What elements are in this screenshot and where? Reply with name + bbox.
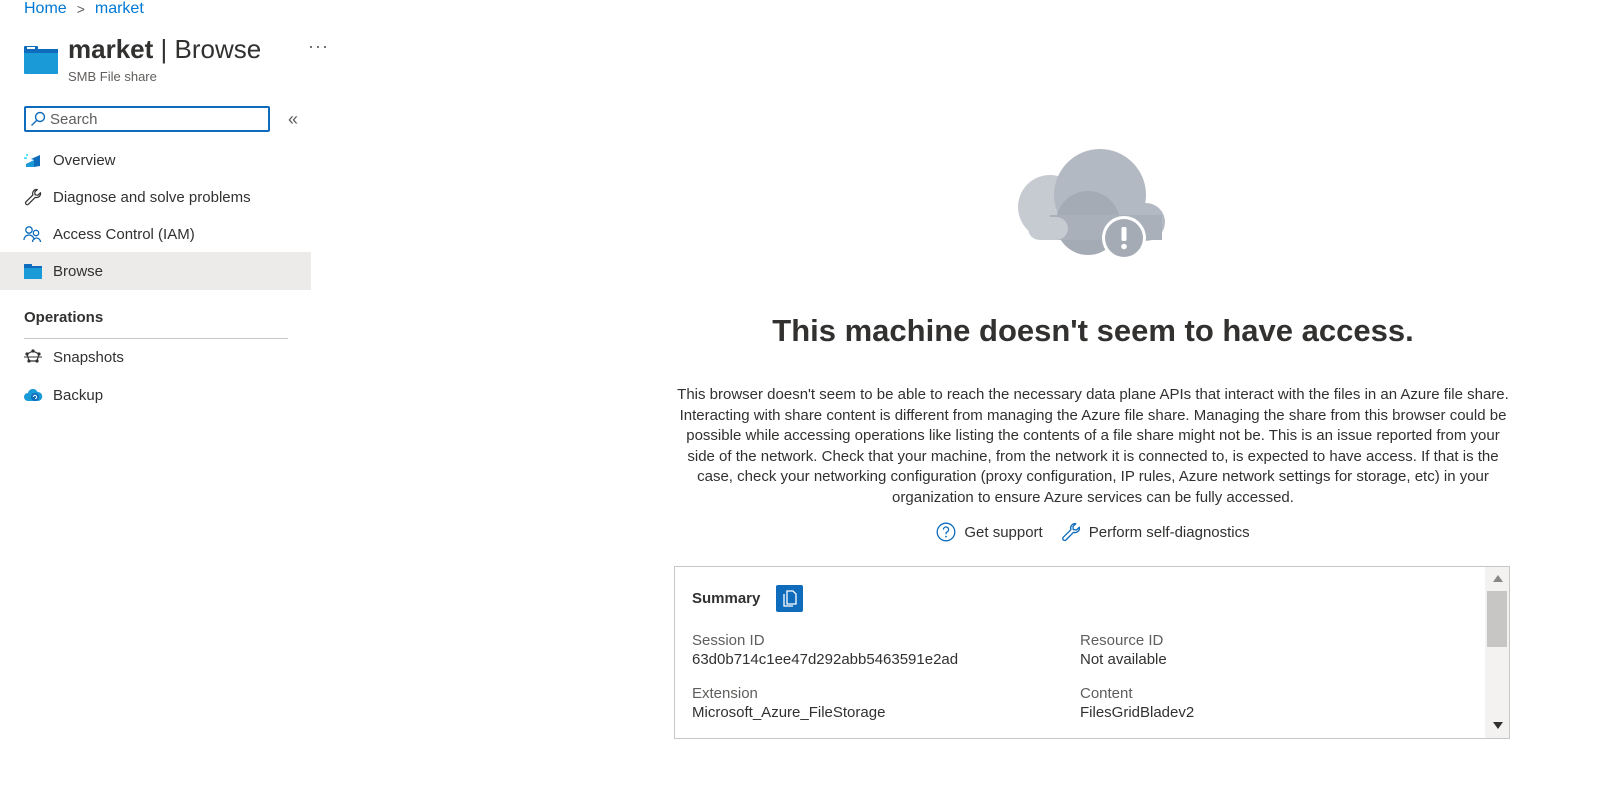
scroll-down-arrow[interactable]	[1493, 722, 1503, 729]
folder-icon	[23, 261, 43, 281]
page-name: Browse	[174, 34, 262, 64]
sidebar-item-label: Browse	[53, 262, 104, 280]
resource-type: SMB File share	[68, 69, 157, 84]
snapshots-icon	[23, 347, 43, 367]
get-support-link[interactable]: Get support	[936, 522, 1043, 542]
sidebar-item-browse[interactable]: Browse	[0, 252, 311, 290]
error-description: This browser doesn't seem to be able to …	[677, 386, 1509, 506]
scroll-up-arrow[interactable]	[1493, 575, 1503, 582]
resource-id-label: Resource ID	[1080, 632, 1164, 649]
help-circle-icon	[936, 522, 956, 542]
summary-title: Summary	[692, 590, 761, 607]
sidebar-item-overview[interactable]: Overview	[0, 141, 311, 179]
breadcrumb-separator: >	[76, 1, 85, 17]
page-header: market | Browse SMB File share ···	[24, 34, 328, 84]
wrench-icon	[1061, 523, 1080, 542]
extension-value: Microsoft_Azure_FileStorage	[692, 704, 886, 721]
error-heading: This machine doesn't seem to have access…	[772, 313, 1414, 348]
breadcrumb-market-link[interactable]: market	[95, 0, 144, 18]
self-diagnostics-label: Perform self-diagnostics	[1088, 523, 1250, 541]
summary-scrollbar[interactable]	[1485, 567, 1509, 738]
search-input[interactable]	[50, 110, 250, 128]
extension-label: Extension	[692, 685, 758, 702]
session-id-label: Session ID	[692, 632, 765, 649]
content-value: FilesGridBladev2	[1080, 704, 1195, 721]
breadcrumb: Home > market	[24, 0, 144, 18]
content-label: Content	[1080, 685, 1133, 702]
scroll-thumb[interactable]	[1487, 591, 1507, 647]
sidebar-item-backup[interactable]: Backup	[0, 376, 311, 414]
content-field: Content FilesGridBladev2	[1080, 685, 1194, 721]
folder-icon	[24, 46, 58, 74]
self-diagnostics-link[interactable]: Perform self-diagnostics	[1061, 522, 1250, 542]
title-divider: |	[160, 34, 168, 64]
resource-id-value: Not available	[1080, 651, 1167, 668]
session-id-value: 63d0b714c1ee47d292abb5463591e2ad	[692, 651, 959, 668]
wrench-icon	[23, 187, 43, 207]
section-heading-operations: Operations	[24, 309, 104, 326]
search-icon	[31, 111, 46, 126]
page-title: market | Browse	[68, 34, 261, 64]
sidebar-item-diagnose[interactable]: Diagnose and solve problems	[0, 178, 311, 216]
sidebar-item-label: Backup	[53, 386, 104, 404]
resource-id-field: Resource ID Not available	[1080, 632, 1167, 668]
sidebar-item-label: Access Control (IAM)	[53, 225, 195, 243]
sidebar-item-label: Overview	[53, 151, 116, 169]
overview-icon	[23, 150, 43, 170]
people-icon	[23, 224, 43, 244]
sidebar-item-label: Snapshots	[53, 348, 124, 366]
more-options-button[interactable]: ···	[308, 36, 329, 57]
copy-icon	[783, 589, 797, 607]
resource-name: market	[68, 34, 154, 64]
session-id-field: Session ID 63d0b714c1ee47d292abb5463591e…	[692, 632, 958, 668]
search-box[interactable]	[24, 106, 270, 132]
summary-panel: Summary Session ID 63d0b714c1ee47d292abb…	[674, 566, 1510, 739]
sidebar-item-access-control[interactable]: Access Control (IAM)	[0, 215, 311, 253]
sidebar-item-snapshots[interactable]: Snapshots	[0, 338, 311, 376]
get-support-label: Get support	[964, 523, 1043, 541]
copy-button[interactable]	[776, 585, 804, 612]
breadcrumb-home-link[interactable]: Home	[24, 0, 67, 18]
extension-field: Extension Microsoft_Azure_FileStorage	[692, 685, 885, 721]
collapse-sidebar-button[interactable]: «	[288, 109, 298, 130]
action-links: Get support Perform self-diagnostics	[675, 522, 1511, 542]
backup-icon	[23, 385, 43, 405]
cloud-warning-icon	[1018, 149, 1165, 260]
sidebar-item-label: Diagnose and solve problems	[53, 188, 251, 206]
